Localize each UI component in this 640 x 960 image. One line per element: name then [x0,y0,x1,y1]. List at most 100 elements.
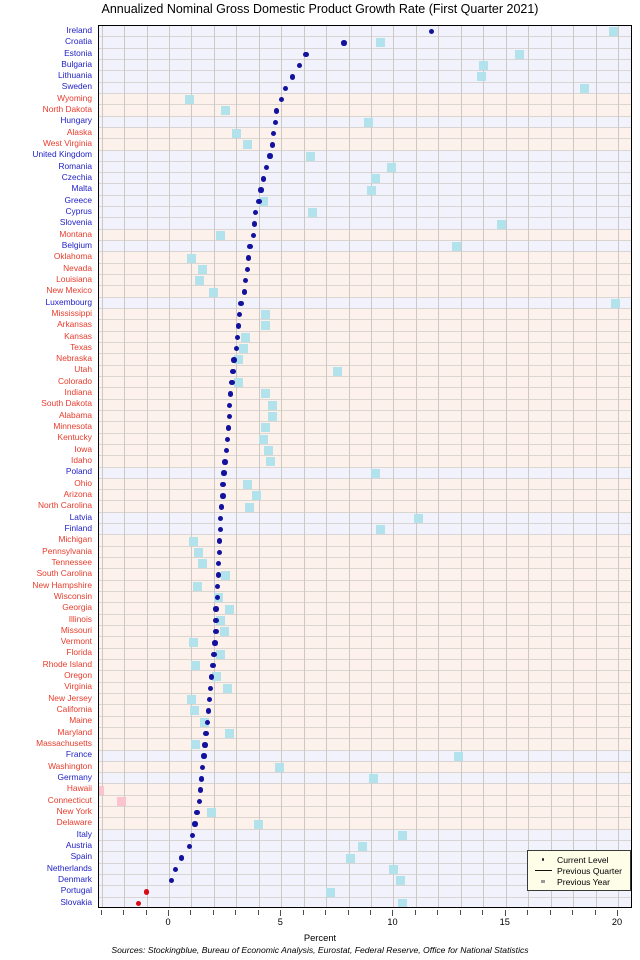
gridline-vertical [505,26,507,907]
x-axis-tick [235,910,237,915]
gridline-vertical [483,26,485,907]
y-axis-tick-label: South Dakota [41,398,92,409]
x-axis-tick [616,910,618,916]
y-axis-tick-label: Lithuania [58,70,92,81]
y-axis-tick-label: Rhode Island [42,658,92,669]
y-axis-tick-label: Slovakia [60,896,92,907]
x-axis-tick [212,910,214,915]
current-level-marker [216,538,223,544]
previous-year-marker [186,253,196,263]
y-axis-tick-label: Oklahoma [53,251,92,262]
previous-year-marker [207,808,217,818]
y-axis-tick-label: Wyoming [57,92,92,103]
x-axis-tick [190,910,192,915]
x-axis-tick [168,910,170,916]
x-axis-tick-label: 20 [611,917,623,927]
previous-year-marker [192,581,202,591]
previous-year-marker [346,853,356,863]
x-axis-tick-label: 10 [387,917,398,927]
y-axis-tick-label: Hawaii [66,783,92,794]
y-axis-tick-label: Connecticut [47,794,92,805]
gridline-vertical [213,26,215,907]
previous-year-marker [478,61,488,71]
gridline-vertical [124,26,126,907]
previous-year-marker [193,547,203,557]
y-axis-tick-label: Malta [71,183,92,194]
x-axis-title: Percent [303,932,337,943]
previous-year-marker [388,864,398,874]
current-level-marker [238,300,244,307]
current-level-marker [251,221,258,227]
y-axis-tick-label: Delaware [56,817,92,828]
previous-year-marker [326,887,336,897]
legend-item: Previous Year [532,876,625,887]
y-axis-tick-label: Ohio [74,477,92,488]
previous-year-marker [243,140,253,150]
y-axis-tick-label: Pennsylvania [42,545,92,556]
x-axis-tick-label: 15 [499,917,510,927]
y-axis-tick-label: Nevada [63,262,92,273]
current-level-marker [208,674,215,680]
current-level-marker [143,889,150,895]
current-level-marker [210,662,216,669]
previous-year-marker [357,842,367,852]
x-axis-tick [482,910,484,915]
gridline-vertical [617,26,619,907]
y-axis-tick-label: North Carolina [38,500,92,511]
gridline-vertical [236,26,238,907]
y-axis-tick-label: Spain [70,851,92,862]
previous-year-marker [254,819,264,829]
previous-year-marker [364,117,374,127]
gridline-vertical [348,26,350,907]
previous-year-marker [395,876,405,886]
current-level-marker [214,583,220,590]
y-axis-tick-label: Montana [59,228,92,239]
y-axis-tick-label: Croatia [65,36,92,47]
y-axis-tick-label: Wisconsin [53,590,92,601]
gridline-vertical [101,26,103,907]
previous-year-marker [240,332,250,342]
previous-year-marker [375,38,385,48]
legend-item: Previous Quarter [532,865,625,876]
x-axis-tick [370,910,372,915]
current-level-marker [303,51,309,57]
previous-year-marker [261,310,271,320]
y-axis-tick-label: Sweden [61,81,92,92]
gridline-vertical [191,26,193,907]
current-level-marker [198,776,205,782]
current-level-marker [213,617,219,624]
current-level-marker [225,425,232,431]
x-axis-tick [459,910,461,915]
gridline-vertical [146,26,148,907]
current-level-marker [192,821,198,827]
gridline-vertical [303,26,305,907]
y-axis-tick-label: Iowa [74,443,92,454]
chart-container: Annualized Nominal Gross Domestic Produc… [0,0,640,960]
previous-year-marker [608,27,618,37]
x-axis-tick-label: 5 [277,917,283,927]
previous-year-marker [225,729,235,739]
current-level-marker [260,176,266,182]
x-axis-tick-label: 0 [165,917,171,927]
previous-year-marker [413,513,423,523]
previous-year-marker [305,151,315,161]
previous-year-marker [332,366,342,376]
y-axis-tick-label: Poland [65,466,92,477]
previous-year-marker [184,95,194,105]
legend-dot-icon [532,858,554,861]
y-axis-tick-label: Washington [48,760,92,771]
x-axis-tick [414,910,416,915]
current-level-marker [203,730,209,737]
current-level-marker [221,470,227,476]
x-axis-tick [572,910,574,915]
x-axis: 0 5 10 15 20 [98,910,632,932]
current-level-marker [289,74,296,80]
y-axis-tick-label: Cyprus [65,205,92,216]
previous-year-marker [186,695,196,705]
previous-year-marker [238,344,248,354]
legend-item-label: Previous Year [557,876,611,887]
y-axis-tick-label: Greece [64,194,92,205]
current-level-marker [256,198,262,205]
previous-year-marker [261,389,271,399]
gridline-vertical [595,26,597,907]
